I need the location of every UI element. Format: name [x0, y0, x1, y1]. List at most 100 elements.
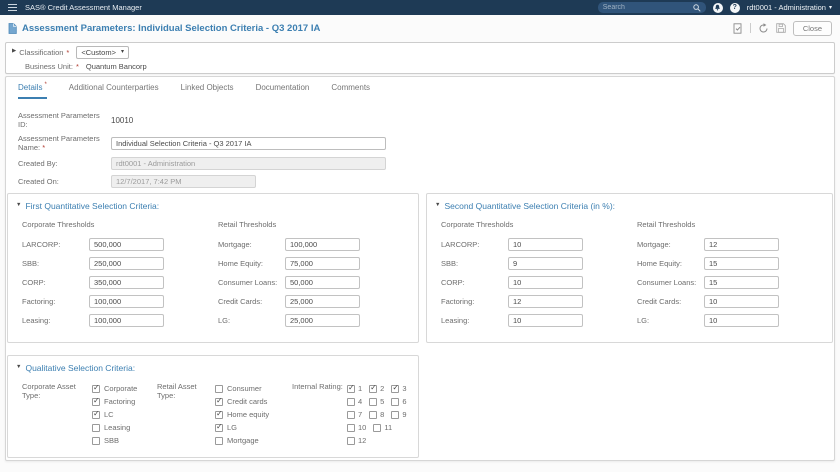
collapse-panel-icon[interactable]: ▼ — [16, 203, 21, 209]
second-consumer-loans-input[interactable] — [704, 276, 779, 289]
header-actions: Close — [733, 20, 832, 36]
checkbox[interactable] — [347, 423, 355, 432]
checkbox[interactable] — [347, 410, 355, 419]
first-larcorp-input[interactable] — [89, 238, 164, 251]
chk-rating-7[interactable]: 7 — [347, 410, 362, 419]
tab-documentation[interactable]: Documentation — [256, 83, 310, 99]
second-credit-cards-input[interactable] — [704, 295, 779, 308]
chk-rating-9[interactable]: 9 — [391, 410, 407, 419]
first-lg-input[interactable] — [285, 314, 360, 327]
checkbox[interactable] — [347, 397, 355, 406]
validate-icon[interactable] — [733, 22, 743, 34]
chk-rating-5[interactable]: 5 — [369, 397, 384, 406]
required-marker: * — [44, 82, 47, 88]
expand-classification-icon[interactable]: ▶ — [12, 49, 16, 55]
checkbox[interactable] — [373, 423, 382, 432]
chk-sbb[interactable]: SBB — [92, 434, 157, 447]
chk-consumer[interactable]: Consumer — [215, 382, 292, 395]
first-consumer-loans-input[interactable] — [285, 276, 360, 289]
checkbox[interactable] — [369, 397, 378, 406]
chk-rating-3[interactable]: 3 — [391, 384, 407, 393]
checkbox[interactable] — [92, 397, 100, 406]
main-panel: Details * Additional Counterparties Link… — [5, 76, 835, 461]
checkbox[interactable] — [347, 436, 355, 445]
chk-leasing[interactable]: Leasing — [92, 421, 157, 434]
first-sbb-input[interactable] — [89, 257, 164, 270]
chevron-down-icon: ▾ — [120, 49, 124, 55]
chk-rating-11[interactable]: 11 — [373, 423, 392, 432]
created-by-input — [111, 157, 386, 170]
first-corp-input[interactable] — [89, 276, 164, 289]
user-menu[interactable]: rdt0001 - Administration ▾ — [747, 3, 832, 12]
first-mortgage-input[interactable] — [285, 238, 360, 251]
second-larcorp-input[interactable] — [508, 238, 583, 251]
chk-factoring[interactable]: Factoring — [92, 395, 157, 408]
checkbox[interactable] — [215, 397, 223, 406]
chk-lg[interactable]: LG — [215, 421, 292, 434]
second-corp-input[interactable] — [508, 276, 583, 289]
field-row: Home Equity: — [637, 257, 824, 270]
collapse-panel-icon[interactable]: ▼ — [16, 365, 21, 371]
checkbox[interactable] — [92, 384, 100, 393]
chk-home-equity[interactable]: Home equity — [215, 408, 292, 421]
checkbox[interactable] — [347, 384, 355, 393]
field-label: Mortgage: — [218, 240, 252, 249]
second-factoring-input[interactable] — [508, 295, 583, 308]
chk-corporate[interactable]: Corporate — [92, 382, 157, 395]
chk-rating-6[interactable]: 6 — [391, 397, 407, 406]
checkbox[interactable] — [215, 423, 223, 432]
help-icon[interactable]: ? — [729, 2, 740, 13]
collapse-panel-icon[interactable]: ▼ — [435, 203, 440, 209]
tab-comments[interactable]: Comments — [331, 83, 370, 99]
chk-rating-12[interactable]: 12 — [347, 436, 366, 445]
second-sbb-input[interactable] — [508, 257, 583, 270]
second-mortgage-input[interactable] — [704, 238, 779, 251]
first-home-equity-input[interactable] — [285, 257, 360, 270]
business-unit-label: Business Unit: — [25, 61, 73, 71]
search-box[interactable] — [597, 2, 706, 13]
tab-details[interactable]: Details * — [18, 82, 47, 99]
checkbox[interactable] — [92, 423, 100, 432]
menu-icon[interactable] — [8, 4, 17, 11]
refresh-icon[interactable] — [758, 22, 769, 34]
checkbox[interactable] — [369, 410, 378, 419]
second-quantitative-panel: ▼ Second Quantitative Selection Criteria… — [426, 193, 833, 343]
field-row: Credit Cards: — [637, 295, 824, 308]
checkbox[interactable] — [215, 410, 223, 419]
classification-dropdown[interactable]: <Custom> ▾ — [76, 45, 129, 59]
second-leasing-input[interactable] — [508, 314, 583, 327]
checkbox[interactable] — [391, 397, 400, 406]
chk-rating-1[interactable]: 1 — [347, 384, 362, 393]
checkbox[interactable] — [369, 384, 378, 393]
checkbox[interactable] — [391, 410, 400, 419]
chk-rating-10[interactable]: 10 — [347, 423, 366, 432]
assessment-name-input[interactable] — [111, 136, 386, 150]
second-home-equity-input[interactable] — [704, 257, 779, 270]
checkbox[interactable] — [215, 436, 223, 445]
checkbox[interactable] — [215, 384, 223, 393]
first-leasing-input[interactable] — [89, 314, 164, 327]
search-icon[interactable] — [693, 3, 701, 12]
quantitative-panels: ▼ First Quantitative Selection Criteria:… — [7, 193, 833, 343]
checkbox[interactable] — [391, 384, 400, 393]
second-lg-input[interactable] — [704, 314, 779, 327]
search-input[interactable] — [602, 4, 690, 11]
tab-additional-counterparties[interactable]: Additional Counterparties — [69, 83, 159, 99]
close-button[interactable]: Close — [792, 20, 832, 36]
chk-mortgage[interactable]: Mortgage — [215, 434, 292, 447]
chk-lc[interactable]: LC — [92, 408, 157, 421]
checkbox[interactable] — [92, 436, 100, 445]
first-factoring-input[interactable] — [89, 295, 164, 308]
notifications-icon[interactable] — [712, 2, 723, 13]
chk-rating-8[interactable]: 8 — [369, 410, 384, 419]
checkbox[interactable] — [92, 410, 100, 419]
tab-linked-objects[interactable]: Linked Objects — [181, 83, 234, 99]
chk-credit-cards[interactable]: Credit cards — [215, 395, 292, 408]
chk-rating-2[interactable]: 2 — [369, 384, 384, 393]
chk-rating-4[interactable]: 4 — [347, 397, 362, 406]
created-on-label: Created On: — [18, 177, 59, 186]
first-credit-cards-input[interactable] — [285, 295, 360, 308]
tab-label: Documentation — [255, 83, 310, 92]
created-by-label: Created By: — [18, 159, 58, 168]
save-icon[interactable] — [776, 23, 786, 33]
